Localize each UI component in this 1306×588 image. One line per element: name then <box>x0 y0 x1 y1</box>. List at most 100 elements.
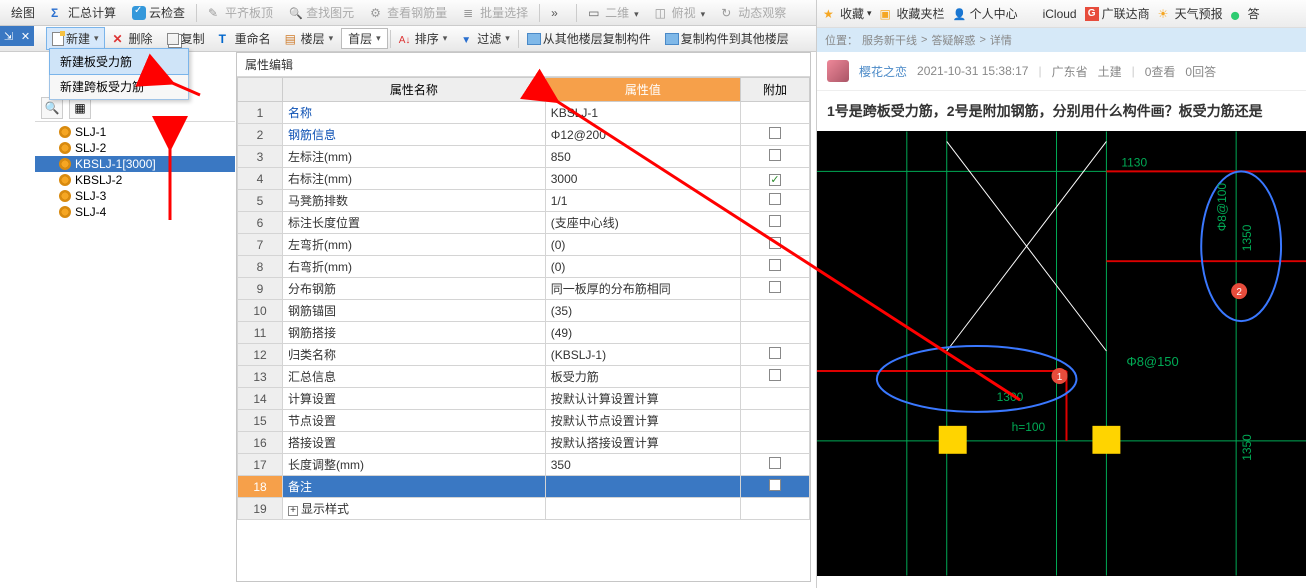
property-value[interactable]: Φ12@200 <box>545 124 740 146</box>
cloud-check-button[interactable]: 云检查 <box>125 1 192 24</box>
bookmark-weather[interactable]: 天气预报 <box>1158 5 1223 22</box>
property-value[interactable]: (0) <box>545 234 740 256</box>
property-row[interactable]: 2钢筋信息Φ12@200 <box>238 124 810 146</box>
extra-checkbox[interactable] <box>769 281 781 293</box>
property-row[interactable]: 19+显示样式 <box>238 498 810 520</box>
tree-item-KBSLJ-2[interactable]: KBSLJ-2 <box>35 172 235 188</box>
batch-select-button[interactable]: 批量选择 <box>456 1 535 24</box>
breadcrumb-link-2[interactable]: 答疑解惑 <box>931 32 975 48</box>
property-value[interactable]: (0) <box>545 256 740 278</box>
cad-drawing[interactable]: 1 2 1130 Φ8@100 1350 Φ8@150 1300 h=100 1… <box>817 131 1306 576</box>
rebar-qty-button[interactable]: 查看钢筋量 <box>363 1 454 24</box>
property-name: 节点设置 <box>288 414 336 428</box>
copy-to-floor-button[interactable]: 复制构件到其他楼层 <box>659 27 795 50</box>
tree-item-SLJ-3[interactable]: SLJ-3 <box>35 188 235 204</box>
property-value[interactable]: 按默认计算设置计算 <box>545 388 740 410</box>
property-name: 汇总信息 <box>288 370 336 384</box>
property-row[interactable]: 1名称KBSLJ-1 <box>238 102 810 124</box>
tree-item-KBSLJ-1[3000][interactable]: KBSLJ-1[3000] <box>35 156 235 172</box>
property-value[interactable]: 按默认节点设置计算 <box>545 410 740 432</box>
extra-checkbox[interactable] <box>769 369 781 381</box>
property-value[interactable]: 850 <box>545 146 740 168</box>
property-row[interactable]: 12归类名称(KBSLJ-1) <box>238 344 810 366</box>
bookmark-fav[interactable]: 收藏▾ <box>823 5 872 22</box>
sort-button[interactable]: 排序 <box>393 27 454 50</box>
property-value[interactable]: (支座中心线) <box>545 212 740 234</box>
floor-button[interactable]: 楼层 <box>279 27 340 50</box>
property-row[interactable]: 8右弯折(mm)(0) <box>238 256 810 278</box>
property-value[interactable] <box>545 476 740 498</box>
extra-checkbox[interactable] <box>769 457 781 469</box>
property-row[interactable]: 11钢筋搭接(49) <box>238 322 810 344</box>
property-value[interactable]: 350 <box>545 454 740 476</box>
property-row[interactable]: 7左弯折(mm)(0) <box>238 234 810 256</box>
bookmark-personal[interactable]: 个人中心 <box>953 5 1018 22</box>
bookmark-folder[interactable]: 收藏夹栏 <box>880 5 945 22</box>
property-row[interactable]: 13汇总信息板受力筋 <box>238 366 810 388</box>
tree-item-label: SLJ-4 <box>75 205 106 219</box>
property-value[interactable]: 3000 <box>545 168 740 190</box>
find-element-button[interactable]: 查找图元 <box>282 1 361 24</box>
post-username[interactable]: 樱花之恋 <box>859 63 907 80</box>
new-button[interactable]: 新建 <box>46 27 105 50</box>
extra-checkbox[interactable] <box>769 174 781 186</box>
property-value[interactable]: (49) <box>545 322 740 344</box>
bookmark-glodon[interactable]: G广联达商 <box>1085 5 1150 22</box>
bookmark-answer[interactable]: 答 <box>1231 5 1260 22</box>
property-row[interactable]: 16搭接设置按默认搭接设置计算 <box>238 432 810 454</box>
delete-button[interactable]: 删除 <box>107 27 159 50</box>
tree-item-SLJ-4[interactable]: SLJ-4 <box>35 204 235 220</box>
more-icon[interactable] <box>544 3 572 23</box>
property-row[interactable]: 17长度调整(mm)350 <box>238 454 810 476</box>
extra-checkbox[interactable] <box>769 193 781 205</box>
bird-view-button[interactable]: 俯视 <box>648 1 713 24</box>
avatar[interactable] <box>827 60 849 82</box>
draw-menu[interactable]: 绘图 <box>4 1 42 24</box>
extra-checkbox[interactable] <box>769 215 781 227</box>
extra-cell <box>740 476 809 498</box>
property-value[interactable]: 按默认搭接设置计算 <box>545 432 740 454</box>
property-value[interactable]: (KBSLJ-1) <box>545 344 740 366</box>
breadcrumb-link-1[interactable]: 服务新干线 <box>862 32 917 48</box>
property-value[interactable] <box>545 498 740 520</box>
tree-item-SLJ-1[interactable]: SLJ-1 <box>35 124 235 140</box>
new-span-slab-rebar-option[interactable]: 新建跨板受力筋 <box>50 74 188 99</box>
property-row[interactable]: 14计算设置按默认计算设置计算 <box>238 388 810 410</box>
property-value[interactable]: 1/1 <box>545 190 740 212</box>
extra-checkbox[interactable] <box>769 237 781 249</box>
property-row[interactable]: 15节点设置按默认节点设置计算 <box>238 410 810 432</box>
property-table: 属性名称 属性值 附加 1名称KBSLJ-12钢筋信息Φ12@2003左标注(m… <box>237 77 810 520</box>
property-row[interactable]: 18备注 <box>238 476 810 498</box>
property-row[interactable]: 4右标注(mm)3000 <box>238 168 810 190</box>
tree-item-SLJ-2[interactable]: SLJ-2 <box>35 140 235 156</box>
extra-checkbox[interactable] <box>769 259 781 271</box>
property-value[interactable]: KBSLJ-1 <box>545 102 740 124</box>
copy-button[interactable]: 复制 <box>161 27 211 50</box>
property-row[interactable]: 3左标注(mm)850 <box>238 146 810 168</box>
filter-button[interactable]: 过滤 <box>455 27 516 50</box>
rename-button[interactable]: 重命名 <box>213 27 277 50</box>
extra-checkbox[interactable] <box>769 479 781 491</box>
2d-button[interactable]: 二维 <box>581 1 646 24</box>
property-value[interactable]: 同一板厚的分布筋相同 <box>545 278 740 300</box>
property-row[interactable]: 10钢筋锚固(35) <box>238 300 810 322</box>
extra-checkbox[interactable] <box>769 149 781 161</box>
svg-text:1350: 1350 <box>1240 224 1254 251</box>
extra-checkbox[interactable] <box>769 347 781 359</box>
new-slab-rebar-option[interactable]: 新建板受力筋 <box>49 48 189 75</box>
property-value[interactable]: 板受力筋 <box>545 366 740 388</box>
floor-select[interactable]: 首层 <box>341 28 388 49</box>
pin-tab[interactable]: ⇲✕ <box>0 26 34 46</box>
property-row[interactable]: 5马凳筋排数1/1 <box>238 190 810 212</box>
dynamic-view-button[interactable]: 动态观察 <box>714 1 793 24</box>
extra-checkbox[interactable] <box>769 127 781 139</box>
copy-from-floor-button[interactable]: 从其他楼层复制构件 <box>521 27 657 50</box>
property-value[interactable]: (35) <box>545 300 740 322</box>
new-dropdown: 新建板受力筋 新建跨板受力筋 <box>49 48 189 100</box>
expand-icon[interactable]: + <box>288 506 298 516</box>
property-row[interactable]: 9分布钢筋同一板厚的分布筋相同 <box>238 278 810 300</box>
flat-top-button[interactable]: 平齐板顶 <box>201 1 280 24</box>
sum-calc-button[interactable]: 汇总计算 <box>44 1 123 24</box>
bookmark-icloud[interactable]: iCloud <box>1026 7 1077 21</box>
property-row[interactable]: 6标注长度位置(支座中心线) <box>238 212 810 234</box>
